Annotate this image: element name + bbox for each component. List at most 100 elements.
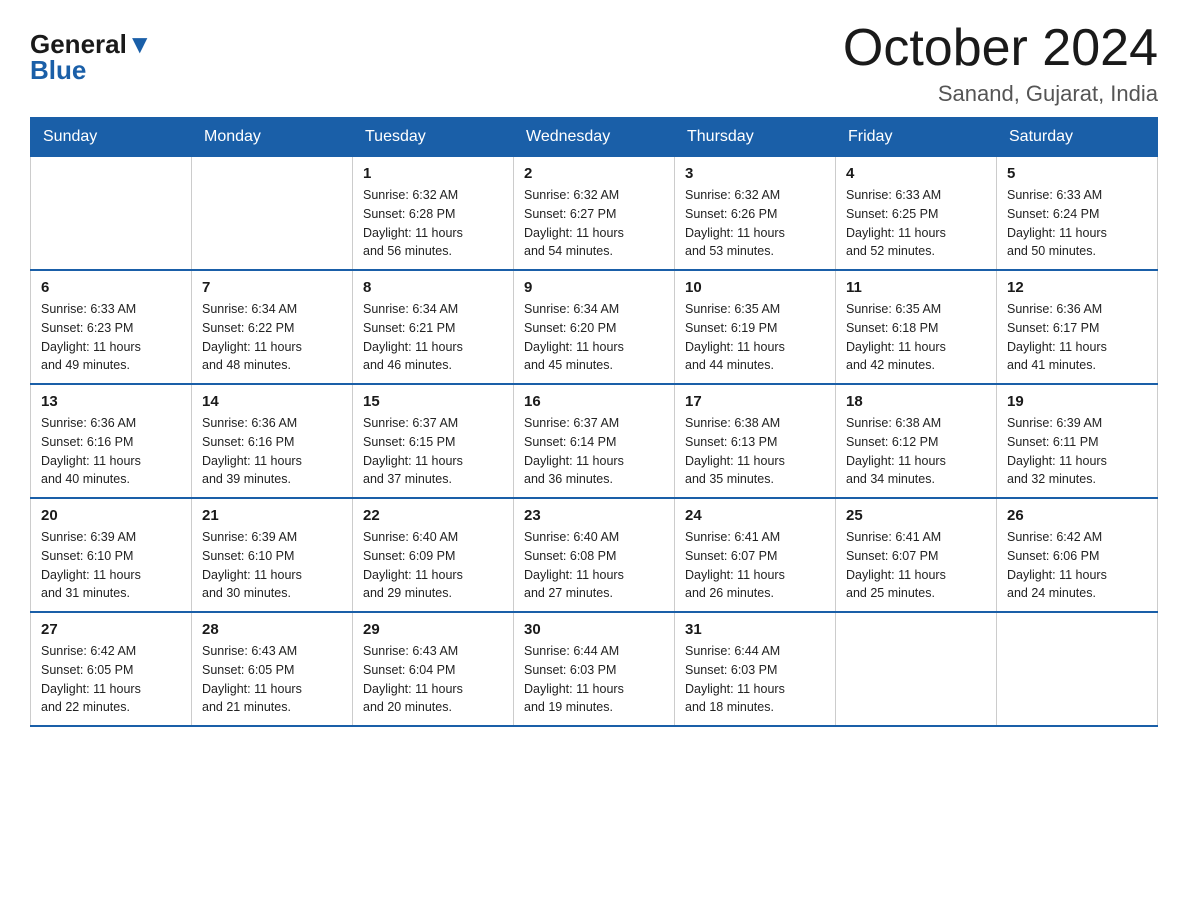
day-info: Sunrise: 6:39 AMSunset: 6:11 PMDaylight:…	[1007, 414, 1147, 489]
calendar-table: SundayMondayTuesdayWednesdayThursdayFrid…	[30, 117, 1158, 727]
day-number: 26	[1007, 507, 1147, 524]
day-info: Sunrise: 6:32 AMSunset: 6:27 PMDaylight:…	[524, 186, 664, 261]
calendar-cell: 23 Sunrise: 6:40 AMSunset: 6:08 PMDayligh…	[514, 498, 675, 612]
day-number: 25	[846, 507, 986, 524]
day-number: 23	[524, 507, 664, 524]
location-title: Sanand, Gujarat, India	[843, 81, 1158, 107]
day-info: Sunrise: 6:37 AMSunset: 6:14 PMDaylight:…	[524, 414, 664, 489]
day-number: 6	[41, 279, 181, 296]
weekday-header-row: SundayMondayTuesdayWednesdayThursdayFrid…	[31, 118, 1158, 157]
day-info: Sunrise: 6:34 AMSunset: 6:20 PMDaylight:…	[524, 300, 664, 375]
day-number: 7	[202, 279, 342, 296]
calendar-cell: 22 Sunrise: 6:40 AMSunset: 6:09 PMDayligh…	[353, 498, 514, 612]
calendar-cell	[836, 612, 997, 726]
day-number: 10	[685, 279, 825, 296]
calendar-cell: 7Sunrise: 6:34 AMSunset: 6:22 PMDaylight…	[192, 270, 353, 384]
calendar-cell: 15 Sunrise: 6:37 AMSunset: 6:15 PMDayligh…	[353, 384, 514, 498]
calendar-cell	[192, 157, 353, 271]
day-info: Sunrise: 6:35 AMSunset: 6:19 PMDaylight:…	[685, 300, 825, 375]
weekday-header-tuesday: Tuesday	[353, 118, 514, 157]
calendar-cell: 12 Sunrise: 6:36 AMSunset: 6:17 PMDayligh…	[997, 270, 1158, 384]
day-number: 29	[363, 621, 503, 638]
calendar-cell: 9 Sunrise: 6:34 AMSunset: 6:20 PMDaylight…	[514, 270, 675, 384]
day-number: 2	[524, 165, 664, 182]
calendar-week-row: 6 Sunrise: 6:33 AMSunset: 6:23 PMDaylight…	[31, 270, 1158, 384]
calendar-cell: 24 Sunrise: 6:41 AMSunset: 6:07 PMDayligh…	[675, 498, 836, 612]
calendar-cell: 31 Sunrise: 6:44 AMSunset: 6:03 PMDayligh…	[675, 612, 836, 726]
day-number: 22	[363, 507, 503, 524]
day-info: Sunrise: 6:41 AMSunset: 6:07 PMDaylight:…	[846, 528, 986, 603]
calendar-cell: 29 Sunrise: 6:43 AMSunset: 6:04 PMDayligh…	[353, 612, 514, 726]
page-header: General▼ Blue October 2024 Sanand, Gujar…	[30, 20, 1158, 107]
weekday-header-monday: Monday	[192, 118, 353, 157]
weekday-header-sunday: Sunday	[31, 118, 192, 157]
month-title: October 2024	[843, 20, 1158, 77]
day-number: 13	[41, 393, 181, 410]
day-info: Sunrise: 6:38 AMSunset: 6:12 PMDaylight:…	[846, 414, 986, 489]
day-info: Sunrise: 6:41 AMSunset: 6:07 PMDaylight:…	[685, 528, 825, 603]
day-number: 21	[202, 507, 342, 524]
calendar-cell: 30Sunrise: 6:44 AMSunset: 6:03 PMDayligh…	[514, 612, 675, 726]
calendar-cell: 14 Sunrise: 6:36 AMSunset: 6:16 PMDayligh…	[192, 384, 353, 498]
calendar-week-row: 27Sunrise: 6:42 AMSunset: 6:05 PMDayligh…	[31, 612, 1158, 726]
day-info: Sunrise: 6:36 AMSunset: 6:17 PMDaylight:…	[1007, 300, 1147, 375]
day-info: Sunrise: 6:42 AMSunset: 6:06 PMDaylight:…	[1007, 528, 1147, 603]
day-number: 27	[41, 621, 181, 638]
day-number: 24	[685, 507, 825, 524]
calendar-cell: 26 Sunrise: 6:42 AMSunset: 6:06 PMDayligh…	[997, 498, 1158, 612]
day-info: Sunrise: 6:37 AMSunset: 6:15 PMDaylight:…	[363, 414, 503, 489]
day-info: Sunrise: 6:43 AMSunset: 6:05 PMDaylight:…	[202, 642, 342, 717]
day-info: Sunrise: 6:40 AMSunset: 6:08 PMDaylight:…	[524, 528, 664, 603]
day-number: 14	[202, 393, 342, 410]
day-info: Sunrise: 6:33 AMSunset: 6:23 PMDaylight:…	[41, 300, 181, 375]
day-number: 4	[846, 165, 986, 182]
day-info: Sunrise: 6:44 AMSunset: 6:03 PMDaylight:…	[685, 642, 825, 717]
calendar-cell: 13Sunrise: 6:36 AMSunset: 6:16 PMDayligh…	[31, 384, 192, 498]
day-info: Sunrise: 6:36 AMSunset: 6:16 PMDaylight:…	[202, 414, 342, 489]
calendar-cell: 28 Sunrise: 6:43 AMSunset: 6:05 PMDayligh…	[192, 612, 353, 726]
calendar-cell: 2 Sunrise: 6:32 AMSunset: 6:27 PMDaylight…	[514, 157, 675, 271]
calendar-cell: 11 Sunrise: 6:35 AMSunset: 6:18 PMDayligh…	[836, 270, 997, 384]
day-info: Sunrise: 6:32 AMSunset: 6:26 PMDaylight:…	[685, 186, 825, 261]
day-number: 15	[363, 393, 503, 410]
day-number: 19	[1007, 393, 1147, 410]
day-number: 28	[202, 621, 342, 638]
calendar-week-row: 13 Sunrise: 6:36 AMSunset: 6:16 PMDayligh…	[31, 384, 1158, 498]
logo: General▼ Blue	[30, 20, 153, 86]
day-info: Sunrise: 6:33 AMSunset: 6:25 PMDaylight:…	[846, 186, 986, 261]
day-number: 31	[685, 621, 825, 638]
day-number: 17	[685, 393, 825, 410]
weekday-header-saturday: Saturday	[997, 118, 1158, 157]
calendar-cell: 6 Sunrise: 6:33 AMSunset: 6:23 PMDaylight…	[31, 270, 192, 384]
day-info: Sunrise: 6:35 AMSunset: 6:18 PMDaylight:…	[846, 300, 986, 375]
day-number: 12	[1007, 279, 1147, 296]
day-number: 11	[846, 279, 986, 296]
calendar-cell: 21Sunrise: 6:39 AMSunset: 6:10 PMDayligh…	[192, 498, 353, 612]
calendar-cell: 20 Sunrise: 6:39 AMSunset: 6:10 PMDayligh…	[31, 498, 192, 612]
calendar-cell: 19 Sunrise: 6:39 AMSunset: 6:11 PMDayligh…	[997, 384, 1158, 498]
weekday-header-wednesday: Wednesday	[514, 118, 675, 157]
calendar-cell: 25 Sunrise: 6:41 AMSunset: 6:07 PMDayligh…	[836, 498, 997, 612]
day-info: Sunrise: 6:33 AMSunset: 6:24 PMDaylight:…	[1007, 186, 1147, 261]
logo-triangle-icon: ▼	[127, 29, 153, 59]
weekday-header-friday: Friday	[836, 118, 997, 157]
day-info: Sunrise: 6:32 AMSunset: 6:28 PMDaylight:…	[363, 186, 503, 261]
day-info: Sunrise: 6:43 AMSunset: 6:04 PMDaylight:…	[363, 642, 503, 717]
day-info: Sunrise: 6:38 AMSunset: 6:13 PMDaylight:…	[685, 414, 825, 489]
day-number: 9	[524, 279, 664, 296]
calendar-cell: 8Sunrise: 6:34 AMSunset: 6:21 PMDaylight…	[353, 270, 514, 384]
calendar-cell: 18 Sunrise: 6:38 AMSunset: 6:12 PMDayligh…	[836, 384, 997, 498]
logo-blue-text: Blue	[30, 55, 86, 86]
calendar-week-row: 1Sunrise: 6:32 AMSunset: 6:28 PMDaylight…	[31, 157, 1158, 271]
day-number: 18	[846, 393, 986, 410]
day-number: 3	[685, 165, 825, 182]
calendar-cell: 4 Sunrise: 6:33 AMSunset: 6:25 PMDaylight…	[836, 157, 997, 271]
day-info: Sunrise: 6:39 AMSunset: 6:10 PMDaylight:…	[41, 528, 181, 603]
day-number: 5	[1007, 165, 1147, 182]
calendar-cell: 17 Sunrise: 6:38 AMSunset: 6:13 PMDayligh…	[675, 384, 836, 498]
day-number: 30	[524, 621, 664, 638]
day-number: 20	[41, 507, 181, 524]
day-info: Sunrise: 6:40 AMSunset: 6:09 PMDaylight:…	[363, 528, 503, 603]
calendar-week-row: 20 Sunrise: 6:39 AMSunset: 6:10 PMDayligh…	[31, 498, 1158, 612]
calendar-cell: 5 Sunrise: 6:33 AMSunset: 6:24 PMDaylight…	[997, 157, 1158, 271]
